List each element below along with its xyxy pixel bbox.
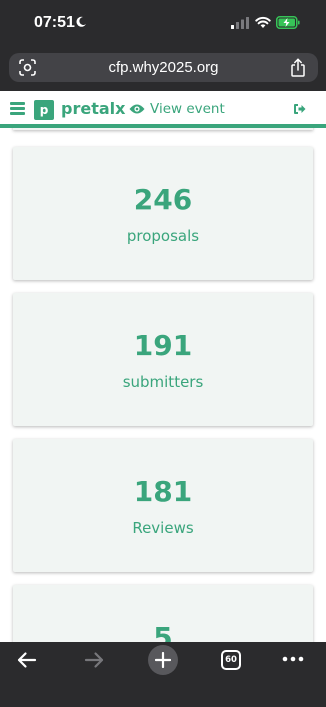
battery-charging-icon (276, 16, 300, 29)
wifi-icon (255, 16, 271, 28)
stat-card-partial[interactable]: 5 (13, 585, 313, 642)
logout-icon[interactable] (293, 103, 306, 115)
stat-label: proposals (126, 227, 200, 245)
forward-arrow-icon[interactable] (84, 651, 105, 669)
dashboard-content: 246 proposals 191 submitters 181 Reviews… (0, 128, 326, 642)
pretalx-logo[interactable]: p (34, 100, 54, 120)
plus-icon (155, 652, 171, 668)
stat-card-submitters[interactable]: 191 submitters (13, 293, 313, 426)
page-scan-icon[interactable] (19, 59, 36, 76)
new-tab-button[interactable] (148, 645, 178, 675)
more-icon[interactable] (282, 656, 304, 662)
stat-label: submitters (122, 373, 204, 391)
stat-value: 191 (133, 329, 193, 362)
card-partial-top (13, 128, 313, 130)
stat-value: 181 (133, 475, 193, 508)
stat-value: 5 (153, 621, 173, 642)
brand-name[interactable]: pretalx (61, 99, 125, 118)
moon-icon (76, 16, 86, 27)
back-arrow-icon[interactable] (16, 651, 37, 669)
stat-card-reviews[interactable]: 181 Reviews (13, 439, 313, 572)
view-event-link[interactable]: View event (150, 101, 225, 117)
share-icon[interactable] (290, 58, 306, 77)
menu-icon[interactable] (10, 102, 25, 115)
address-bar[interactable]: cfp.why2025.org (9, 53, 318, 82)
stat-value: 246 (133, 183, 193, 216)
pretalx-header: p pretalx View event (0, 91, 326, 128)
browser-top-chrome: 07:51 cfp.why2025.org (0, 0, 326, 91)
stat-label: Reviews (132, 519, 194, 537)
cellular-signal-icon (231, 17, 249, 29)
browser-toolbar: 60 (0, 642, 326, 707)
status-bar: 07:51 (0, 0, 326, 46)
eye-icon[interactable] (129, 103, 145, 115)
url-text[interactable]: cfp.why2025.org (49, 59, 278, 76)
tabs-icon[interactable]: 60 (221, 650, 241, 670)
phone-screen: 07:51 cfp.why2025.org p pretalx View eve… (0, 0, 326, 707)
stat-card-proposals[interactable]: 246 proposals (13, 147, 313, 280)
status-time: 07:51 (34, 14, 75, 31)
